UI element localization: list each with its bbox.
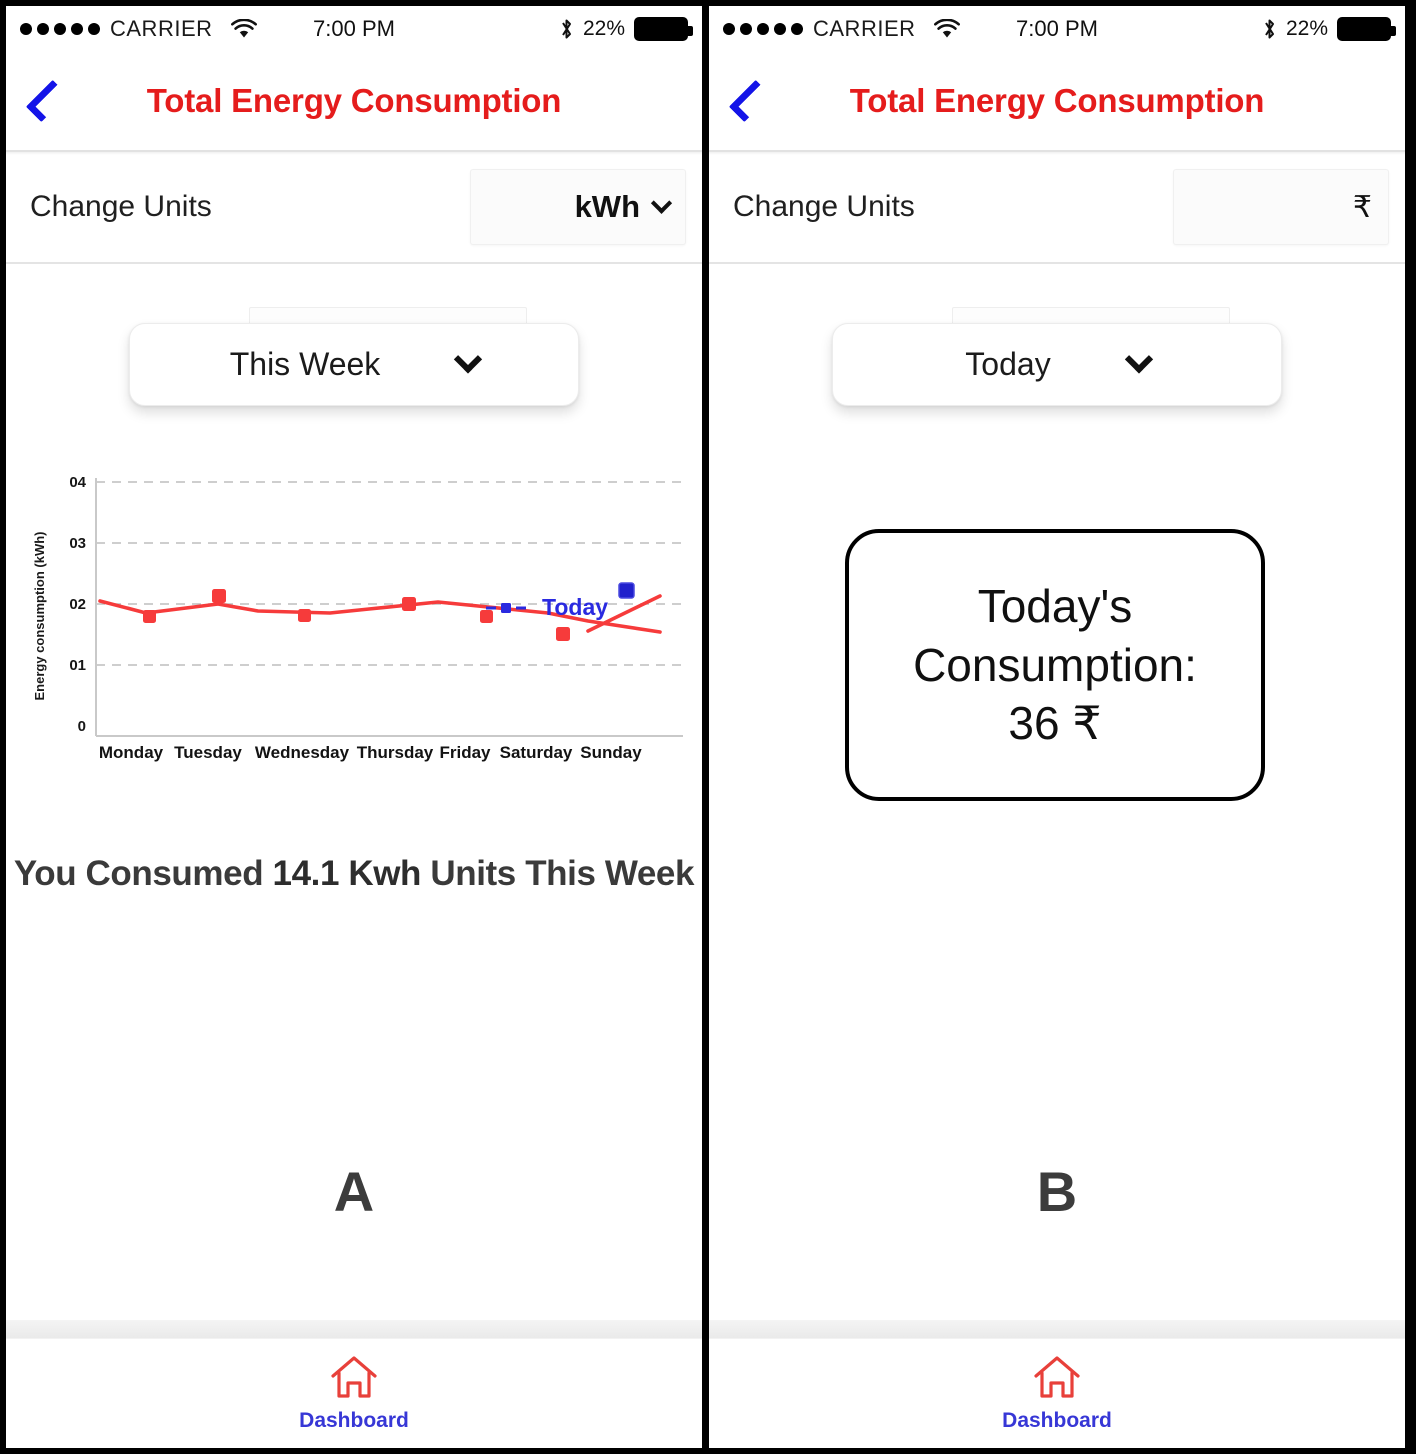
chevron-down-icon (650, 192, 673, 214)
card-line-3: 36 ₹ (1008, 697, 1102, 750)
xtick-thursday: Thursday (357, 743, 434, 762)
ytick-02: 02 (69, 596, 86, 613)
carrier-label: CARRIER (110, 16, 213, 41)
xtick-tuesday: Tuesday (174, 743, 242, 762)
status-left-a: CARRIER (20, 16, 257, 42)
tabbar-dashboard-b[interactable]: Dashboard (709, 1338, 1405, 1448)
xtick-friday: Friday (439, 743, 491, 762)
panel-b: CARRIER 7:00 PM 22% Total Energy Consump… (709, 6, 1405, 1448)
ytick-03: 03 (69, 535, 86, 552)
change-units-label-a: Change Units (30, 190, 212, 223)
summary-value: 14.1 Kwh (272, 854, 422, 893)
tabbar-label-b: Dashboard (1002, 1409, 1112, 1432)
period-dropdown-a[interactable]: This Week (129, 323, 579, 406)
card-line-2: Consumption: (913, 638, 1197, 691)
datapoint-sunday-today (618, 582, 635, 599)
status-bar-b: CARRIER 7:00 PM 22% (709, 6, 1405, 52)
ytick-0: 0 (78, 718, 86, 735)
datapoint-wednesday (298, 609, 311, 622)
carrier-label: CARRIER (813, 16, 916, 41)
period-value-b: Today (965, 346, 1051, 382)
page-title-b: Total Energy Consumption (849, 82, 1265, 119)
units-value-a: kWh (574, 189, 640, 224)
period-value-a: This Week (229, 346, 381, 382)
signal-dots-icon (20, 23, 100, 35)
panel-letter-a: A (333, 1160, 375, 1223)
footer-band-b (709, 1320, 1405, 1338)
back-button-b[interactable] (709, 79, 783, 123)
signal-dots-icon (723, 23, 803, 35)
datapoint-thursday (402, 597, 416, 611)
summary-suffix: Units This Week (421, 854, 695, 893)
panel-a: CARRIER 7:00 PM 22% Total Energy Consump… (6, 6, 702, 1448)
change-units-row-a: Change Units kWh (6, 152, 702, 264)
change-units-row-b: Change Units ₹ (709, 152, 1405, 264)
panel-letter-b: B (1036, 1160, 1078, 1223)
change-units-label-b: Change Units (733, 190, 915, 223)
summary-prefix: You Consumed (13, 854, 273, 893)
todays-consumption-card: Today's Consumption: 36 ₹ (845, 529, 1265, 801)
xtick-saturday: Saturday (500, 743, 573, 762)
xtick-wednesday: Wednesday (255, 743, 350, 762)
legend-marker-today (486, 602, 526, 613)
home-icon (329, 1354, 379, 1405)
panel-b-body: Today Today's Consumption: 36 ₹ B (709, 264, 1405, 1320)
page-title-a: Total Energy Consumption (146, 82, 562, 119)
battery-icon (1337, 17, 1396, 41)
period-dropdown-b[interactable]: Today (832, 323, 1282, 406)
period-selector-wrap-b: Today (709, 307, 1405, 419)
xtick-sunday: Sunday (580, 743, 642, 762)
ytick-01: 01 (69, 657, 86, 674)
chart-ylabel: Energy consumption (kWh) (32, 532, 47, 701)
status-bar-a: CARRIER 7:00 PM 22% (6, 6, 702, 52)
weekly-summary-text: You Consumed 14.1 Kwh Units This Week (6, 854, 702, 894)
footer-band-a (6, 1320, 702, 1338)
card-line-1: Today's (977, 579, 1133, 632)
battery-percent-label: 22% (1285, 17, 1328, 40)
tabbar-dashboard-a[interactable]: Dashboard (6, 1338, 702, 1448)
home-icon (1032, 1354, 1082, 1405)
chart-legend: Today (486, 594, 608, 621)
xtick-monday: Monday (99, 743, 164, 762)
status-right-a: 22% (559, 17, 693, 41)
chevron-down-icon (1124, 344, 1153, 373)
bluetooth-icon (559, 17, 574, 41)
legend-label-today: Today (542, 594, 609, 620)
ytick-04: 04 (69, 474, 86, 491)
chevron-down-icon (454, 344, 483, 373)
two-panel-figure: CARRIER 7:00 PM 22% Total Energy Consump… (0, 0, 1416, 1454)
battery-icon (634, 17, 693, 41)
nav-bar-a: Total Energy Consumption (6, 52, 702, 152)
datapoint-tuesday (212, 589, 226, 603)
tabbar-label-a: Dashboard (299, 1409, 409, 1432)
status-left-b: CARRIER (723, 16, 960, 42)
period-selector-wrap-a: This Week (6, 307, 702, 419)
bluetooth-icon (1262, 17, 1277, 41)
chevron-left-icon (728, 79, 772, 123)
status-right-b: 22% (1262, 17, 1396, 41)
nav-bar-b: Total Energy Consumption (709, 52, 1405, 152)
chevron-left-icon (25, 79, 69, 123)
units-value-b: ₹ (1352, 190, 1372, 224)
datapoint-saturday (556, 627, 570, 641)
wifi-icon (230, 18, 257, 39)
back-button-a[interactable] (6, 79, 80, 123)
wifi-icon (933, 18, 960, 39)
battery-percent-label: 22% (582, 17, 625, 40)
panel-a-body: This Week Energy consumption (kWh) 04 03… (6, 264, 702, 1320)
datapoint-monday (143, 610, 156, 623)
todays-consumption-text: Today's Consumption: 36 ₹ (913, 577, 1197, 754)
units-select-b[interactable]: ₹ (1173, 169, 1389, 245)
units-select-a[interactable]: kWh (470, 169, 686, 245)
